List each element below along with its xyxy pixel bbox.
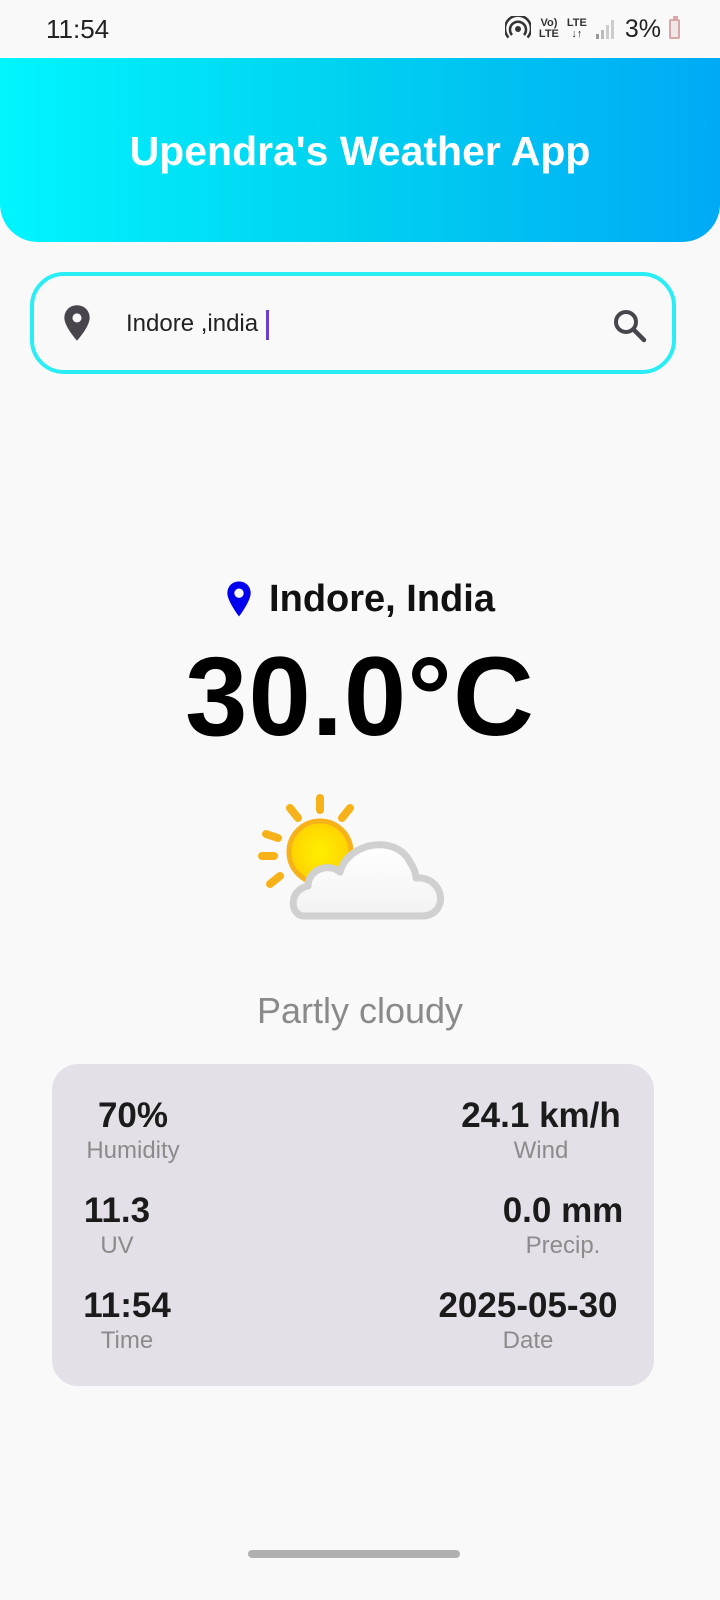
partly-cloudy-icon [258, 794, 444, 920]
wind-label: Wind [513, 1137, 569, 1164]
lte-data-icon: LTE ↓↑ [567, 18, 587, 40]
location-name: Indore, India [269, 577, 495, 620]
wind-stat: 24.1 km/h Wind [456, 1096, 626, 1166]
time-label: Time [100, 1327, 154, 1354]
date-label: Date [502, 1327, 554, 1354]
time-stat: 11:54 Time [80, 1286, 174, 1356]
location-pin-icon [227, 581, 251, 617]
uv-label: UV [100, 1232, 134, 1259]
lte-arrows-label: ↓↑ [571, 28, 583, 40]
humidity-label: Humidity [86, 1137, 180, 1164]
signal-icon [595, 20, 614, 39]
weather-condition: Partly cloudy [256, 990, 464, 1031]
location-pin-icon [64, 305, 90, 341]
app-header: Upendra's Weather App [0, 58, 720, 242]
text-caret [266, 310, 269, 340]
battery-percent: 3% [624, 14, 661, 43]
battery-icon [669, 16, 680, 39]
temperature: 30.0°C [185, 634, 535, 759]
wind-value: 24.1 km/h [461, 1096, 621, 1135]
weather-stats-card: 70% Humidity 24.1 km/h Wind 11.3 UV 0.0 … [52, 1064, 654, 1386]
precip-stat: 0.0 mm Precip. [500, 1191, 626, 1261]
uv-stat: 11.3 UV [80, 1191, 154, 1261]
home-indicator[interactable] [248, 1550, 460, 1558]
hotspot-icon [504, 16, 531, 39]
precip-value: 0.0 mm [502, 1191, 624, 1230]
status-icons: Vo) LTE LTE ↓↑ 3% [504, 12, 680, 46]
precip-label: Precip. [525, 1232, 601, 1259]
search-input[interactable] [126, 302, 596, 346]
app-title: Upendra's Weather App [129, 127, 591, 174]
volte-bottom-label: LTE [538, 28, 559, 40]
volte-icon: Vo) LTE [539, 18, 559, 40]
location-display: Indore, India [0, 574, 720, 624]
search-bar [30, 272, 676, 374]
status-time: 11:54 [46, 14, 110, 44]
date-stat: 2025-05-30 Date [430, 1286, 626, 1356]
time-value: 11:54 [83, 1286, 171, 1325]
uv-value: 11.3 [83, 1191, 151, 1230]
search-icon[interactable] [610, 306, 650, 346]
date-value: 2025-05-30 [438, 1286, 618, 1325]
humidity-stat: 70% Humidity [80, 1096, 186, 1166]
humidity-value: 70% [97, 1096, 169, 1135]
status-bar: 11:54 Vo) LTE LTE ↓↑ 3% [0, 0, 720, 58]
